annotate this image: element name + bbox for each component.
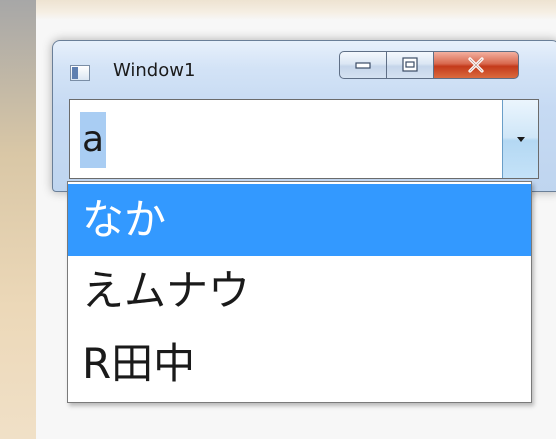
close-button[interactable] bbox=[433, 51, 519, 79]
minimize-button[interactable] bbox=[339, 51, 387, 79]
minimize-icon bbox=[355, 62, 371, 69]
chevron-down-icon bbox=[516, 137, 525, 142]
dropdown-item[interactable]: R田中 bbox=[68, 328, 531, 400]
close-icon bbox=[468, 57, 484, 73]
desktop-left-strip bbox=[0, 0, 36, 439]
canvas-top-fade bbox=[36, 0, 556, 20]
combobox-dropdown-button[interactable] bbox=[502, 100, 538, 178]
window-app-icon bbox=[70, 65, 90, 81]
maximize-icon bbox=[402, 57, 418, 72]
dropdown-item[interactable]: えムナウ bbox=[68, 255, 531, 327]
window-title: Window1 bbox=[113, 60, 196, 81]
name-combobox[interactable]: a bbox=[69, 99, 539, 179]
dropdown-item-selected[interactable]: なか bbox=[68, 184, 531, 256]
app-window: Window1 a bbox=[52, 40, 556, 192]
combobox-text-input[interactable]: a bbox=[80, 112, 107, 168]
desktop-background: Window1 a なか えムナウ R田中 bbox=[0, 0, 556, 439]
maximize-button[interactable] bbox=[386, 51, 434, 79]
combobox-dropdown-list: なか えムナウ R田中 bbox=[67, 181, 532, 403]
